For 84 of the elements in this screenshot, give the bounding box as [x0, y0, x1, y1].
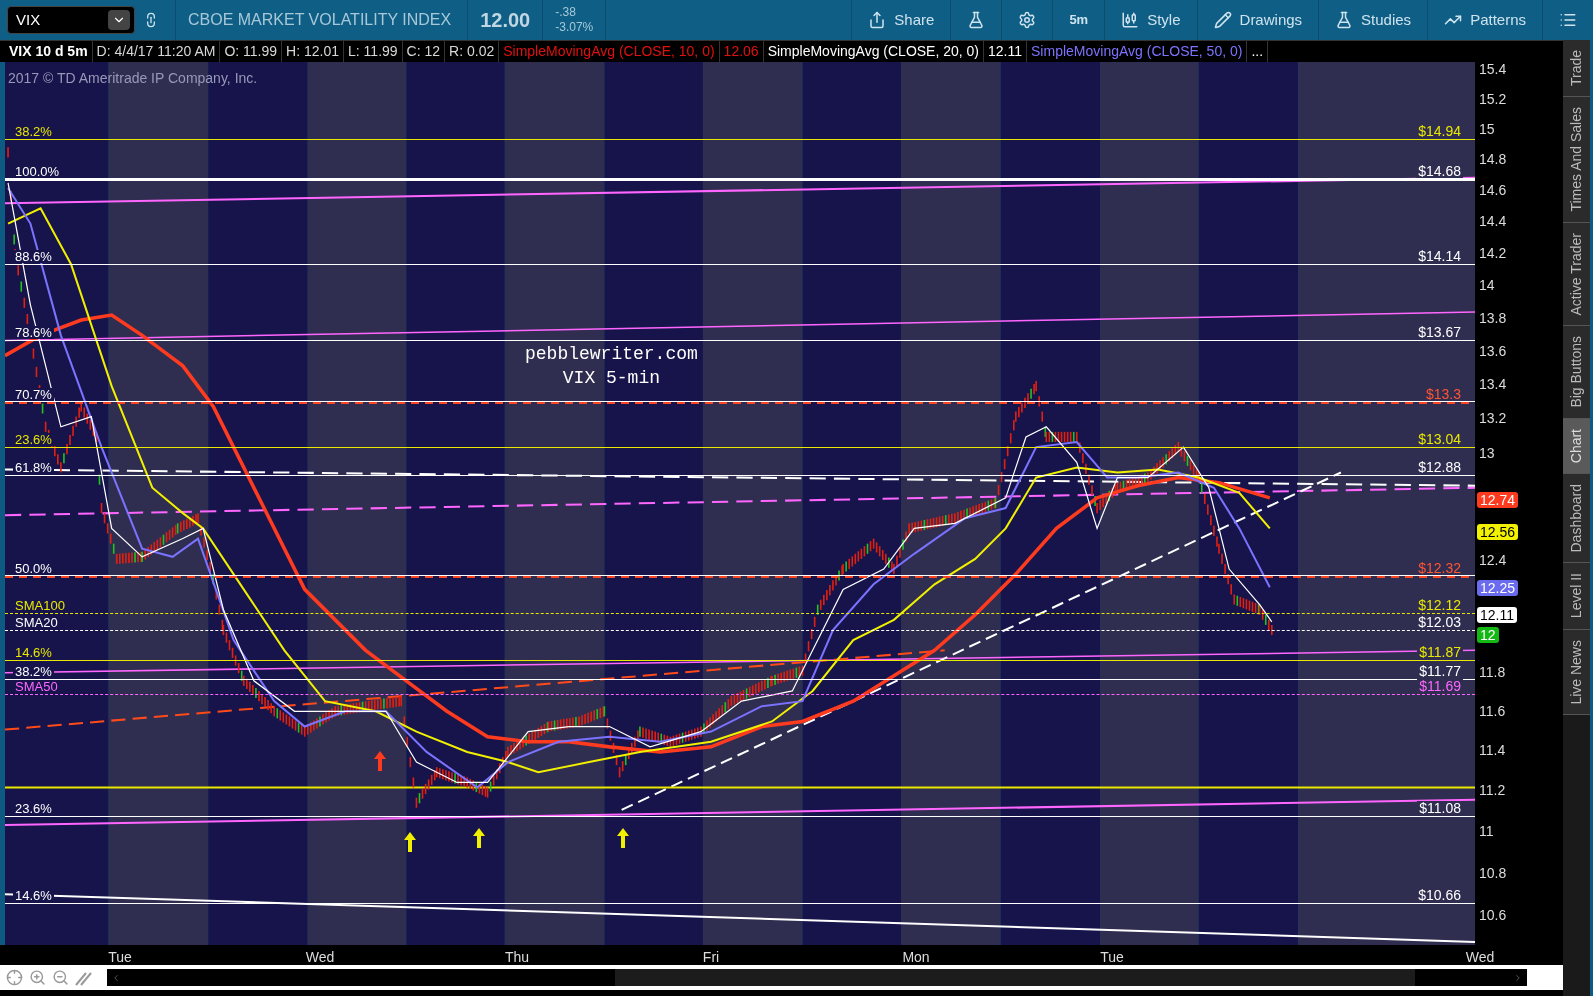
crosshair-icon[interactable]	[6, 969, 23, 986]
up-arrow-icon	[617, 828, 629, 848]
axis-tick-label: 12.4	[1479, 552, 1507, 567]
level-label: 70.7%	[13, 388, 54, 402]
flask-icon	[1335, 11, 1354, 29]
axis-tick-label: 10.8	[1479, 865, 1507, 880]
day-label: Fri	[702, 948, 720, 967]
level-price: $13.67	[1416, 325, 1463, 340]
side-tab[interactable]: Dashboard	[1563, 473, 1590, 564]
up-arrow-icon	[473, 828, 485, 848]
day-label: Wed	[1465, 948, 1495, 967]
day-label: Mon	[902, 948, 930, 967]
toolbar-button[interactable]: Studies	[1318, 0, 1428, 40]
axis-tick-label: 13.2	[1479, 411, 1507, 426]
last-price: 12.00	[467, 0, 543, 40]
axis-tick-label: 11.2	[1479, 783, 1506, 798]
axis-tick-label: 11.8	[1479, 665, 1506, 680]
price-badge: 12.74	[1477, 491, 1519, 508]
level-label: SMA50	[13, 680, 60, 694]
level-price: $13.3	[1423, 387, 1463, 402]
annotation-text: VIX 5-min	[562, 367, 660, 390]
price-change: -.38	[555, 5, 577, 20]
axis-tick-label: 11.6	[1479, 703, 1506, 718]
axis-tick-label: 15.4	[1479, 62, 1507, 77]
axis-tick-label: 14.8	[1479, 152, 1507, 167]
settings-icon	[1018, 11, 1037, 29]
pencil-icon	[1213, 11, 1232, 29]
up-arrow-icon	[404, 832, 416, 852]
toolbar-button[interactable]: Share	[851, 0, 951, 40]
scrollbar[interactable]	[107, 969, 1527, 986]
side-tab[interactable]: Times And Sales	[1563, 97, 1590, 223]
axis-tick-label: 14	[1479, 278, 1495, 293]
price-badge: 12	[1477, 627, 1499, 644]
price-badge: 12.11	[1477, 606, 1517, 623]
copyright-text: 2017 © TD Ameritrade IP Company, Inc.	[8, 69, 258, 88]
day-label: Wed	[305, 948, 335, 967]
axis-tick-label: 10.6	[1479, 908, 1507, 922]
level-price: $10.66	[1416, 888, 1463, 903]
level-price: $11.69	[1417, 679, 1463, 694]
axis-tick-label: 11.4	[1479, 743, 1506, 758]
dropdown-button[interactable]	[108, 10, 130, 30]
menu-icon	[1559, 11, 1577, 29]
axis-tick-label: 14.2	[1479, 246, 1507, 261]
level-price: $14.94	[1416, 124, 1463, 139]
candlestick-icon	[1121, 11, 1140, 29]
up-arrow-icon	[374, 751, 386, 771]
side-tab[interactable]: Level II	[1563, 563, 1590, 630]
price-badge: 12.25	[1477, 580, 1519, 597]
scroll-right-icon[interactable]	[1513, 972, 1523, 983]
instrument-name: CBOE MARKET VOLATILITY INDEX	[175, 0, 468, 40]
side-tab[interactable]: Big Buttons	[1563, 326, 1590, 419]
flask-icon	[967, 11, 986, 29]
level-label: 78.6%	[13, 326, 54, 340]
toolbar-button[interactable]: Drawings	[1196, 0, 1319, 40]
side-tab[interactable]: Active Trader	[1563, 222, 1590, 327]
share-icon	[868, 11, 887, 29]
toolbar-button[interactable]: 5m	[1052, 0, 1105, 40]
toolbar-button[interactable]: Patterns	[1427, 0, 1542, 40]
axis-tick-label: 13.6	[1479, 343, 1507, 358]
zoom-out-icon[interactable]	[52, 969, 69, 986]
axis-tick-label: 14.6	[1479, 183, 1507, 198]
annotation-text: pebblewriter.com	[525, 343, 698, 366]
side-tab[interactable]: Live News	[1563, 629, 1590, 716]
day-label: Thu	[504, 948, 530, 967]
axis-tick-label: 14.4	[1479, 214, 1507, 229]
level-label: 14.6%	[13, 889, 54, 903]
zoom-in-icon[interactable]	[29, 969, 46, 986]
scroll-left-icon[interactable]	[111, 972, 121, 983]
price-badge: 12.56	[1477, 523, 1519, 540]
axis-tick-label: 15.2	[1479, 92, 1507, 106]
symbol-field[interactable]: VIX	[7, 6, 135, 34]
axis-tick-label: 11	[1479, 824, 1494, 839]
scrollbar-thumb[interactable]	[615, 969, 1415, 986]
level-label: 38.2%	[13, 125, 54, 139]
day-label: Tue	[1100, 948, 1124, 967]
axis-tick-label: 13.8	[1479, 310, 1507, 325]
day-label: Tue	[108, 948, 132, 967]
axis-tick-label: 13	[1479, 445, 1495, 460]
percent-change: -3.07%	[555, 20, 594, 35]
side-tab[interactable]: Chart	[1563, 418, 1590, 474]
axis-tick-label: 15	[1479, 121, 1495, 136]
axis-tick-label: 13.4	[1479, 377, 1507, 392]
side-tab[interactable]: Trade	[1563, 40, 1590, 98]
toolbar-button[interactable]: Style	[1104, 0, 1197, 40]
